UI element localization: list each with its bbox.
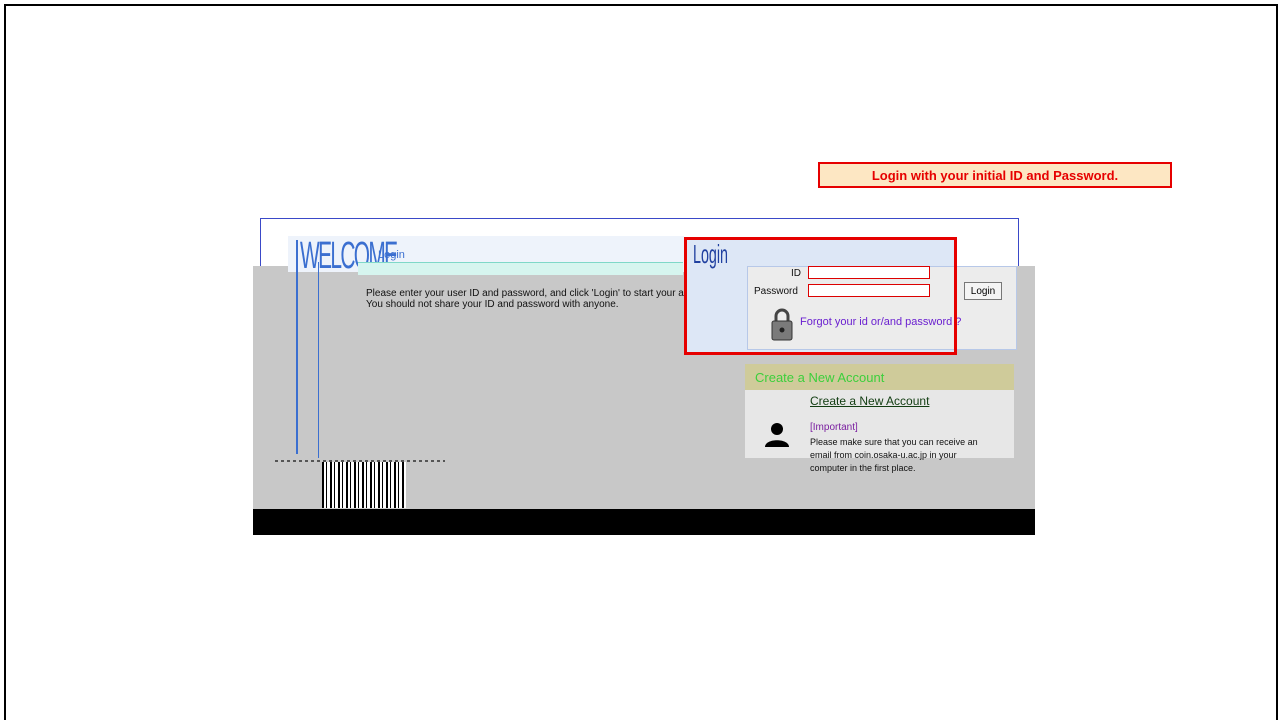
important-label: [Important] — [810, 422, 858, 433]
instruction-callout: Login with your initial ID and Password. — [818, 162, 1172, 188]
welcome-divider — [358, 262, 683, 275]
left-rule — [296, 240, 298, 454]
create-account-link[interactable]: Create a New Account — [810, 394, 929, 408]
notice-line: computer in the first place. — [810, 463, 916, 473]
user-icon — [765, 423, 789, 447]
barcode-graphic — [322, 462, 406, 508]
important-notice: Please make sure that you can receive an… — [810, 436, 1015, 475]
notice-line: Please make sure that you can receive an — [810, 437, 978, 447]
description-line: Please enter your user ID and password, … — [366, 288, 729, 299]
welcome-subtitle: Login — [378, 249, 405, 261]
create-account-header: Create a New Account — [745, 364, 1014, 390]
description-line: You should not share your ID and passwor… — [366, 299, 619, 310]
notice-line: email from coin.osaka-u.ac.jp in your — [810, 450, 957, 460]
login-highlight-box — [684, 237, 957, 355]
login-button[interactable]: Login — [964, 282, 1002, 300]
welcome-description: Please enter your user ID and password, … — [366, 288, 736, 310]
footer-bar — [253, 509, 1035, 535]
left-rule-inner — [318, 262, 319, 458]
